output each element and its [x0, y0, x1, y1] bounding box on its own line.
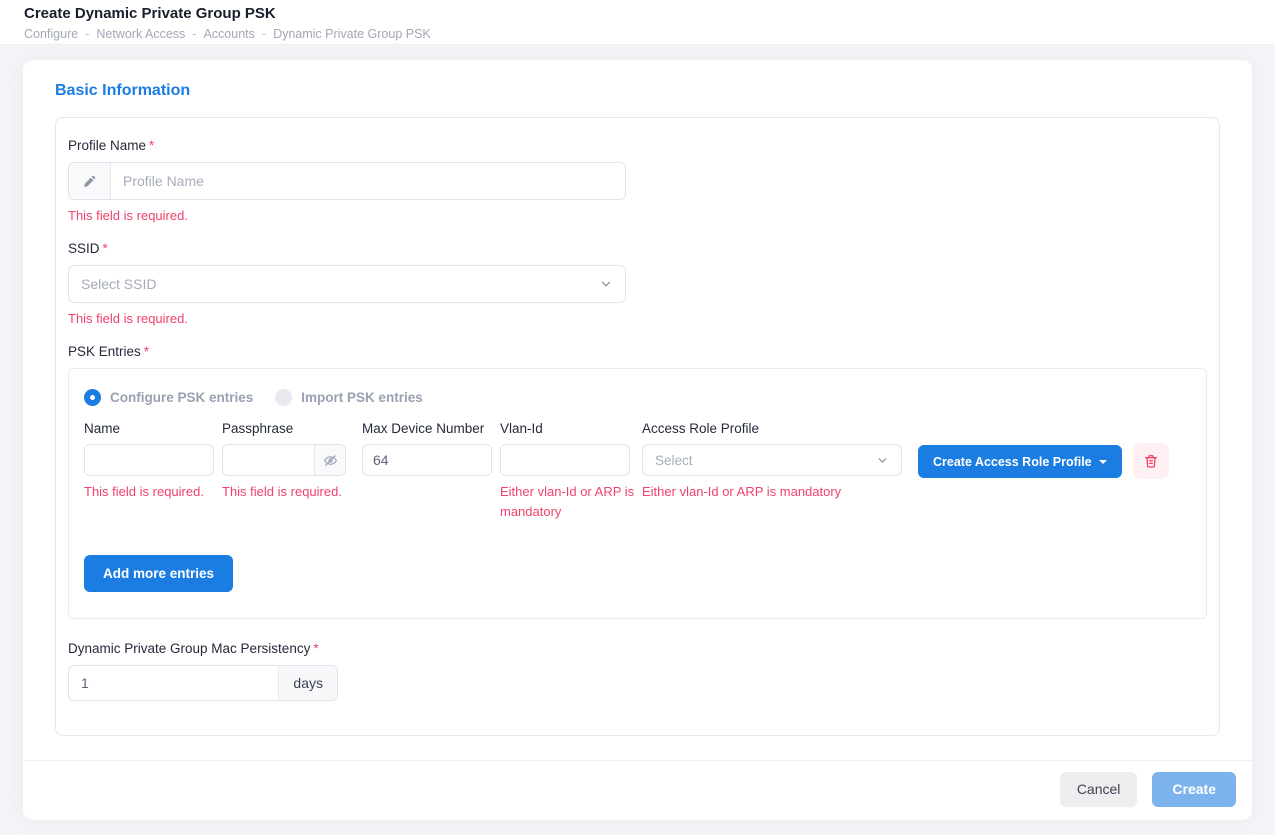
breadcrumb-separator: - [85, 27, 89, 41]
ssid-field: SSID* Select SSID This field is required… [68, 241, 1207, 329]
entry-passphrase-column: Passphrase [222, 421, 346, 502]
psk-entries-field: PSK Entries* Configure PSK entries Impor… [68, 344, 1207, 618]
breadcrumb-separator: - [262, 27, 266, 41]
psk-entries-label: PSK Entries* [68, 344, 1207, 359]
days-unit-label: days [278, 666, 337, 700]
entry-max-device-input[interactable] [362, 444, 492, 476]
entry-vlan-column: Vlan-Id Either vlan-Id or ARP is mandato… [500, 421, 630, 522]
entry-arp-select[interactable]: Select [642, 444, 902, 476]
breadcrumb-separator: - [192, 27, 196, 41]
radio-import-psk-entries[interactable]: Import PSK entries [275, 389, 423, 406]
profile-name-input-group [68, 162, 626, 200]
ssid-select-placeholder: Select SSID [81, 276, 156, 292]
required-asterisk: * [103, 241, 108, 256]
page-content: Basic Information Profile Name* [0, 45, 1275, 835]
create-psk-card: Basic Information Profile Name* [23, 60, 1252, 820]
ssid-select[interactable]: Select SSID [68, 265, 626, 303]
mac-persistency-field: Dynamic Private Group Mac Persistency* d… [68, 641, 1207, 701]
radio-configure-psk-entries[interactable]: Configure PSK entries [84, 389, 253, 406]
breadcrumb-item-configure[interactable]: Configure [24, 27, 78, 41]
breadcrumb-item-current: Dynamic Private Group PSK [273, 27, 431, 41]
caret-down-icon [1099, 460, 1107, 464]
mac-persistency-input-group: days [68, 665, 338, 701]
radio-selected-icon [84, 389, 101, 406]
profile-name-error: This field is required. [68, 206, 1207, 226]
entry-max-device-column: Max Device Number [362, 421, 492, 476]
breadcrumb-item-accounts[interactable]: Accounts [203, 27, 254, 41]
entry-name-column: Name This field is required. [84, 421, 214, 502]
vlan-column-label: Vlan-Id [500, 421, 630, 436]
create-access-role-profile-button[interactable]: Create Access Role Profile [918, 445, 1122, 478]
entry-arp-column: Access Role Profile Select Either vlan-I… [642, 421, 902, 502]
ssid-error: This field is required. [68, 309, 1207, 329]
psk-entries-box: Configure PSK entries Import PSK entries… [68, 368, 1207, 618]
psk-entry-row: Name This field is required. Passphrase [84, 421, 1191, 522]
toggle-passphrase-visibility[interactable] [314, 445, 345, 475]
add-more-entries-button[interactable]: Add more entries [84, 555, 233, 592]
ssid-label: SSID* [68, 241, 1207, 256]
required-asterisk: * [313, 641, 318, 656]
page-title: Create Dynamic Private Group PSK [24, 4, 1251, 24]
breadcrumb-item-network-access[interactable]: Network Access [96, 27, 185, 41]
pencil-icon [69, 163, 111, 199]
profile-name-input[interactable] [111, 163, 625, 199]
arp-column-label: Access Role Profile [642, 421, 902, 436]
delete-entry-button[interactable] [1133, 443, 1169, 479]
section-title: Basic Information [55, 82, 1220, 100]
cancel-button[interactable]: Cancel [1060, 772, 1138, 807]
page-header: Create Dynamic Private Group PSK Configu… [0, 0, 1275, 45]
passphrase-column-label: Passphrase [222, 421, 346, 436]
basic-information-form: Profile Name* This field is required. [55, 117, 1220, 736]
entry-vlan-input[interactable] [500, 444, 630, 476]
required-asterisk: * [149, 138, 154, 153]
chevron-down-icon [876, 454, 889, 467]
create-button[interactable]: Create [1152, 772, 1236, 807]
mac-persistency-input[interactable] [69, 666, 278, 700]
name-column-label: Name [84, 421, 214, 436]
arp-select-placeholder: Select [655, 453, 693, 468]
required-asterisk: * [144, 344, 149, 359]
form-footer: Cancel Create [23, 760, 1252, 820]
entry-passphrase-error: This field is required. [222, 482, 346, 502]
profile-name-field: Profile Name* This field is required. [68, 138, 1207, 226]
entry-arp-error: Either vlan-Id or ARP is mandatory [642, 482, 902, 502]
mac-persistency-label: Dynamic Private Group Mac Persistency* [68, 641, 1207, 656]
psk-mode-radio-group: Configure PSK entries Import PSK entries [84, 389, 1191, 406]
entry-vlan-error: Either vlan-Id or ARP is mandatory [500, 482, 642, 522]
breadcrumb: Configure - Network Access - Accounts - … [24, 27, 1251, 41]
entry-name-error: This field is required. [84, 482, 214, 502]
profile-name-label: Profile Name* [68, 138, 1207, 153]
entry-name-input[interactable] [84, 444, 214, 476]
passphrase-input-group [222, 444, 346, 476]
entry-passphrase-input[interactable] [223, 445, 314, 475]
trash-icon [1143, 453, 1159, 469]
radio-unselected-icon [275, 389, 292, 406]
max-device-column-label: Max Device Number [362, 421, 492, 436]
chevron-down-icon [599, 277, 613, 291]
eye-slash-icon [323, 453, 338, 468]
